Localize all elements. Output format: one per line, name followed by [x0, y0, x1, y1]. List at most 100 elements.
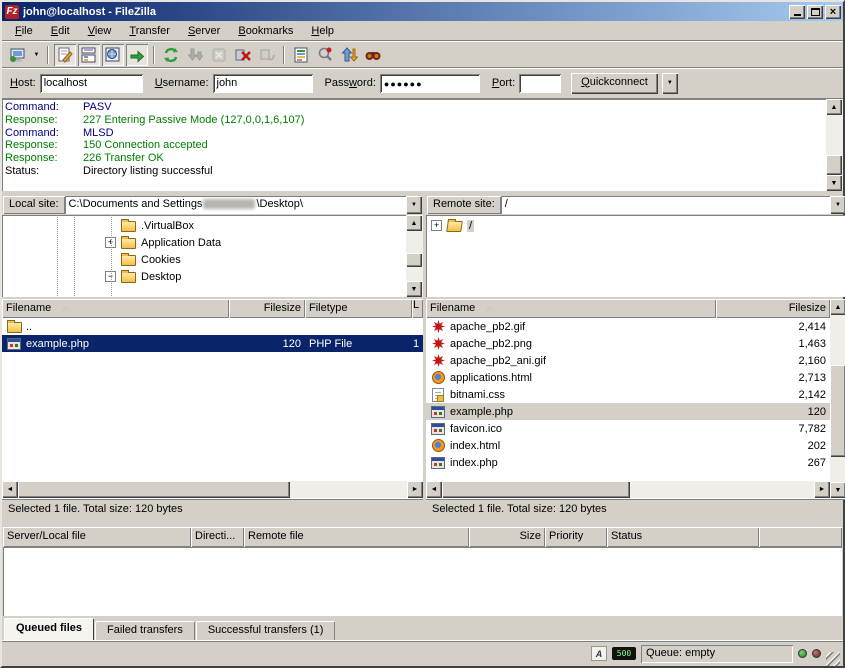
reconnect-icon[interactable] — [256, 44, 278, 66]
filezilla-window: Fz john@localhost - FileZilla × File Edi… — [0, 0, 845, 668]
file-row[interactable]: index.html202 — [426, 437, 830, 454]
parent-directory-row[interactable]: .. — [2, 318, 423, 335]
scroll-down-icon[interactable]: ▼ — [406, 281, 422, 297]
combo-dropdown-icon[interactable]: ▼ — [406, 196, 422, 214]
file-row[interactable]: bitnami.css2,142 — [426, 386, 830, 403]
toggle-message-log-icon[interactable] — [54, 44, 76, 66]
combo-dropdown-icon[interactable]: ▼ — [830, 196, 845, 214]
remote-horizontal-scrollbar[interactable]: ◄ ► — [426, 481, 830, 498]
scroll-down-icon[interactable]: ▼ — [826, 175, 842, 191]
scrollbar-thumb[interactable] — [830, 365, 845, 457]
queue-body[interactable] — [3, 547, 842, 616]
menu-server[interactable]: Server — [179, 23, 229, 39]
toggle-remote-tree-icon[interactable] — [102, 44, 124, 66]
column-direction[interactable]: Directi... — [191, 527, 244, 547]
file-row[interactable]: apache_pb2.png1,463 — [426, 335, 830, 352]
tree-item-cookies[interactable]: Cookies — [2, 251, 406, 268]
scrollbar-thumb[interactable] — [406, 253, 422, 267]
column-server-local-file[interactable]: Server/Local file — [3, 527, 191, 547]
cancel-operation-icon[interactable] — [208, 44, 230, 66]
tab-successful-transfers[interactable]: Successful transfers (1) — [196, 621, 336, 640]
file-row[interactable]: apache_pb2_ani.gif2,160 — [426, 352, 830, 369]
expand-icon[interactable]: + — [431, 220, 442, 231]
tree-item-root[interactable]: +/ — [426, 217, 845, 234]
scroll-up-icon[interactable]: ▲ — [406, 215, 422, 231]
port-input[interactable] — [519, 74, 561, 93]
tab-queued-files[interactable]: Queued files — [4, 618, 94, 640]
file-row-selected-inactive[interactable]: example.php120 — [426, 403, 830, 420]
close-icon: × — [830, 7, 836, 17]
file-row[interactable]: favicon.ico7,782 — [426, 420, 830, 437]
scroll-up-icon[interactable]: ▲ — [830, 299, 845, 315]
menu-file[interactable]: File — [6, 23, 42, 39]
local-pane: Local site: C:\Documents and Settings\De… — [2, 195, 423, 519]
refresh-icon[interactable] — [160, 44, 182, 66]
column-last-modified[interactable]: L — [412, 299, 423, 318]
menu-view[interactable]: View — [79, 23, 121, 39]
column-remote-file[interactable]: Remote file — [244, 527, 469, 547]
filter-icon[interactable] — [290, 44, 312, 66]
synchronized-browsing-icon[interactable] — [338, 44, 360, 66]
file-row[interactable]: index.php267 — [426, 454, 830, 471]
local-horizontal-scrollbar[interactable]: ◄ ► — [2, 481, 423, 498]
column-priority[interactable]: Priority — [545, 527, 607, 547]
filezilla-logo-icon[interactable]: Fz — [5, 5, 19, 19]
column-empty — [759, 527, 842, 547]
scroll-up-icon[interactable]: ▲ — [826, 99, 842, 115]
file-row[interactable]: applications.html2,713 — [426, 369, 830, 386]
log-scrollbar[interactable]: ▲ ▼ — [826, 99, 843, 191]
scroll-down-icon[interactable]: ▼ — [830, 482, 845, 498]
directory-comparison-icon[interactable] — [314, 44, 336, 66]
minimize-button[interactable] — [789, 5, 805, 19]
column-filetype[interactable]: Filetype — [305, 299, 412, 318]
quickconnect-button[interactable]: Quickconnect — [571, 73, 658, 94]
host-input[interactable]: localhost — [40, 74, 143, 93]
site-manager-dropdown-icon[interactable]: ▼ — [30, 44, 43, 66]
titlebar[interactable]: Fz john@localhost - FileZilla × — [2, 2, 843, 21]
menu-edit[interactable]: Edit — [42, 23, 79, 39]
speed-limit-icon[interactable]: 500 — [612, 647, 636, 660]
column-size[interactable]: Size — [469, 527, 545, 547]
remote-file-list: Filename Filesize apache_pb2.gif2,414 ap… — [426, 299, 845, 498]
scroll-right-icon[interactable]: ► — [407, 481, 423, 498]
remote-vertical-scrollbar[interactable]: ▲ ▼ — [830, 299, 845, 498]
file-row-selected[interactable]: example.php 120 PHP File 1 — [2, 335, 423, 352]
column-filename[interactable]: Filename — [2, 299, 229, 318]
scrollbar-thumb[interactable] — [442, 481, 630, 498]
column-filesize[interactable]: Filesize — [229, 299, 305, 318]
local-path-combobox[interactable]: C:\Documents and Settings\Desktop\ ▼ — [65, 196, 422, 214]
tab-failed-transfers[interactable]: Failed transfers — [95, 621, 195, 640]
queue-splitter[interactable] — [2, 519, 843, 527]
remote-path-combobox[interactable]: / ▼ — [501, 196, 845, 214]
close-button[interactable]: × — [825, 5, 841, 19]
disconnect-icon[interactable] — [232, 44, 254, 66]
remote-directory-tree[interactable]: +/ — [426, 215, 845, 297]
scrollbar-thumb[interactable] — [826, 155, 842, 175]
local-directory-tree[interactable]: .VirtualBox +Application Data Cookies −D… — [2, 215, 406, 297]
quickconnect-dropdown-icon[interactable]: ▼ — [662, 73, 678, 94]
toggle-transfer-queue-icon[interactable] — [126, 44, 148, 66]
file-row[interactable]: apache_pb2.gif2,414 — [426, 318, 830, 335]
scrollbar-thumb[interactable] — [18, 481, 290, 498]
scroll-left-icon[interactable]: ◄ — [426, 481, 442, 498]
site-manager-icon[interactable] — [7, 44, 29, 66]
column-status[interactable]: Status — [607, 527, 759, 547]
password-input[interactable]: ●●●●●● — [380, 74, 480, 93]
scroll-right-icon[interactable]: ► — [814, 481, 830, 498]
column-filesize[interactable]: Filesize — [716, 299, 830, 318]
process-queue-icon[interactable] — [184, 44, 206, 66]
toggle-local-tree-icon[interactable] — [78, 44, 100, 66]
column-filename[interactable]: Filename — [426, 299, 716, 318]
maximize-button[interactable] — [807, 5, 823, 19]
menu-bookmarks[interactable]: Bookmarks — [229, 23, 302, 39]
tree-item-virtualbox[interactable]: .VirtualBox — [2, 217, 406, 234]
menu-help[interactable]: Help — [302, 23, 343, 39]
find-files-icon[interactable] — [362, 44, 384, 66]
scroll-left-icon[interactable]: ◄ — [2, 481, 18, 498]
resize-grip[interactable] — [826, 652, 840, 666]
local-tree-scrollbar[interactable]: ▲ ▼ — [406, 215, 423, 297]
tree-item-desktop[interactable]: −Desktop — [2, 268, 406, 285]
tree-item-application-data[interactable]: +Application Data — [2, 234, 406, 251]
menu-transfer[interactable]: Transfer — [120, 23, 179, 39]
username-input[interactable]: john — [213, 74, 313, 93]
